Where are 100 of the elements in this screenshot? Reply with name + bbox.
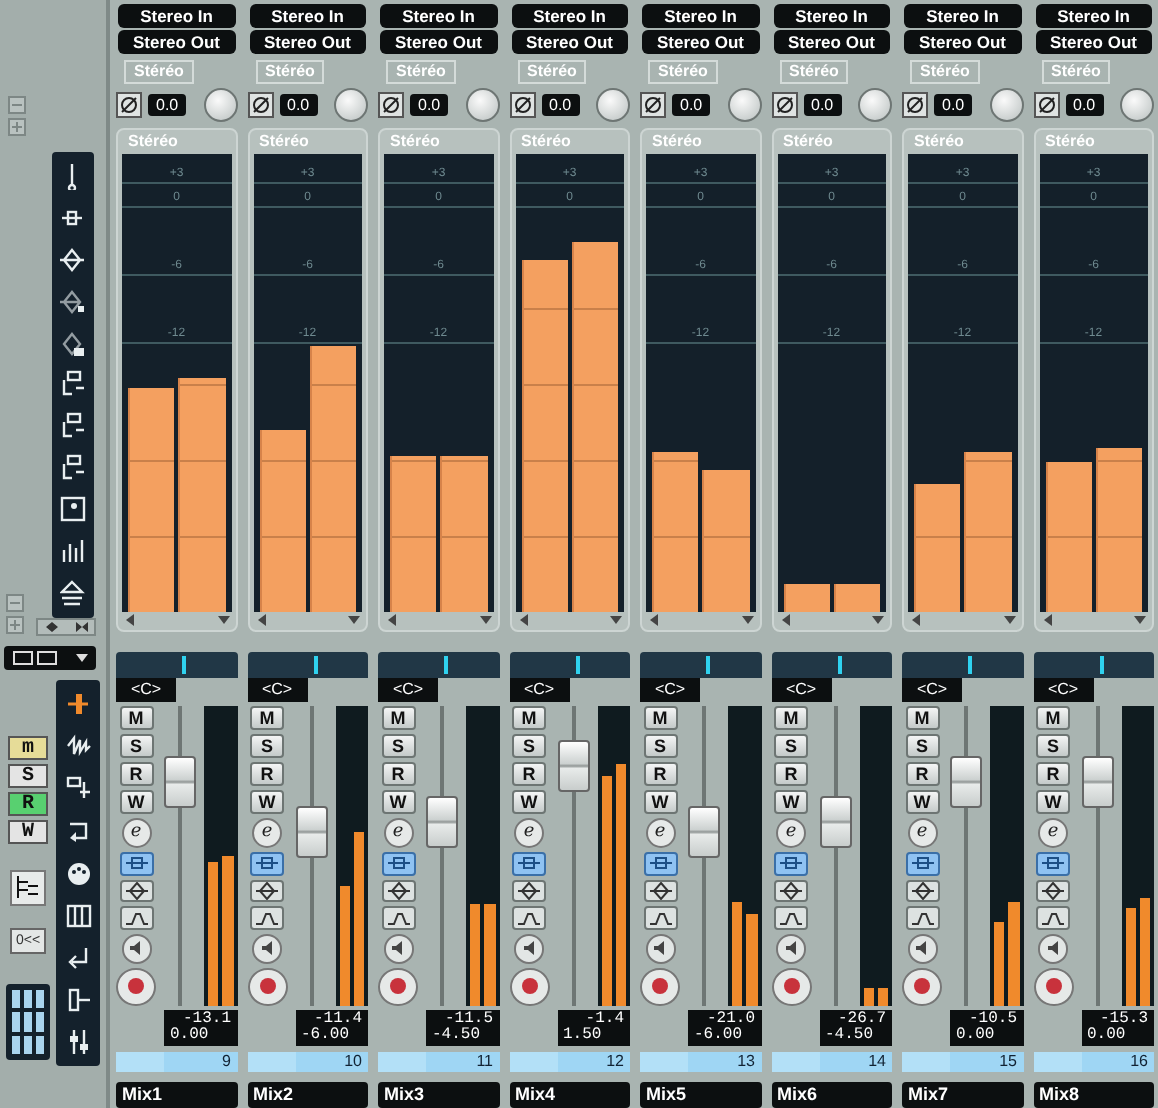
mode-button[interactable]: W: [8, 820, 48, 844]
mute-button[interactable]: M: [250, 706, 284, 730]
gain-field[interactable]: 0.0: [410, 93, 449, 116]
listen-button[interactable]: [645, 934, 675, 964]
mute-button[interactable]: M: [1036, 706, 1070, 730]
diamond-icon[interactable]: [60, 329, 86, 358]
solo-button[interactable]: S: [512, 734, 546, 758]
gain-knob[interactable]: [727, 87, 761, 122]
mode-button[interactable]: R: [8, 792, 48, 816]
pan-slider[interactable]: [116, 652, 237, 678]
down-arrow-icon[interactable]: [1132, 612, 1148, 628]
record-button[interactable]: [1033, 967, 1073, 1006]
listen-button[interactable]: [776, 934, 806, 964]
gain-knob[interactable]: [596, 87, 630, 122]
record-button[interactable]: [771, 967, 811, 1006]
record-button[interactable]: [247, 967, 287, 1006]
fader-handle[interactable]: [950, 755, 982, 808]
listen-button[interactable]: [383, 934, 413, 964]
eq-button[interactable]: [512, 906, 546, 931]
solo-button[interactable]: S: [119, 734, 153, 758]
square-icon[interactable]: [60, 496, 86, 525]
inserts-button[interactable]: [119, 879, 153, 903]
gain-knob[interactable]: [203, 87, 237, 122]
down-arrow-icon[interactable]: [870, 612, 886, 628]
record-button[interactable]: [902, 967, 942, 1006]
inserts-button[interactable]: [1036, 879, 1070, 903]
eq-button[interactable]: [250, 906, 284, 931]
down-arrow-icon[interactable]: [608, 612, 624, 628]
return-icon[interactable]: [65, 943, 91, 972]
eq-button[interactable]: [119, 906, 153, 931]
gain-field[interactable]: 0.0: [803, 93, 842, 116]
edit-button[interactable]: e: [645, 818, 675, 848]
phase-icon[interactable]: [247, 91, 273, 118]
gain-field[interactable]: 0.0: [1065, 93, 1104, 116]
channel-name[interactable]: Mix1: [116, 1082, 237, 1108]
edit-button[interactable]: e: [907, 818, 937, 848]
gain-field[interactable]: 0.0: [279, 93, 318, 116]
eq-button[interactable]: [774, 906, 808, 931]
eq-button[interactable]: [905, 906, 939, 931]
diamond-icon[interactable]: [60, 287, 86, 316]
grid-view-icon[interactable]: [6, 984, 50, 1060]
gain-knob[interactable]: [465, 87, 499, 122]
input-routing[interactable]: Stereo In: [904, 4, 1021, 28]
channel-name[interactable]: Mix7: [902, 1082, 1023, 1108]
input-routing[interactable]: Stereo In: [642, 4, 759, 28]
listen-button[interactable]: [907, 934, 937, 964]
input-routing[interactable]: Stereo In: [380, 4, 497, 28]
routing-icon[interactable]: [65, 774, 91, 803]
record-button[interactable]: [378, 967, 418, 1006]
solo-button[interactable]: S: [1036, 734, 1070, 758]
pan-slider[interactable]: [247, 652, 368, 678]
phase-icon[interactable]: [771, 91, 797, 118]
bars-icon[interactable]: [60, 538, 86, 567]
down-arrow-icon[interactable]: [215, 612, 231, 628]
read-button[interactable]: R: [1036, 762, 1070, 786]
gain-field[interactable]: 0.0: [148, 93, 187, 116]
stack-icon[interactable]: [60, 579, 86, 608]
phase-icon[interactable]: [509, 91, 535, 118]
read-button[interactable]: R: [774, 762, 808, 786]
mute-button[interactable]: M: [905, 706, 939, 730]
output-routing[interactable]: Stereo Out: [118, 30, 235, 54]
gain-knob[interactable]: [858, 87, 892, 122]
output-routing[interactable]: Stereo Out: [1035, 30, 1152, 54]
inserts-button[interactable]: [774, 879, 808, 903]
fader-handle[interactable]: [295, 805, 327, 858]
channel-name[interactable]: Mix5: [640, 1082, 761, 1108]
read-button[interactable]: R: [905, 762, 939, 786]
channel-name[interactable]: Mix4: [509, 1082, 630, 1108]
pan-slider[interactable]: [378, 652, 499, 678]
eq-button[interactable]: [643, 906, 677, 931]
fader-handle[interactable]: [1081, 755, 1113, 808]
fader-handle[interactable]: [426, 795, 458, 848]
eq-button[interactable]: [1036, 906, 1070, 931]
listen-button[interactable]: [1038, 934, 1068, 964]
channel-name[interactable]: Mix8: [1033, 1082, 1154, 1108]
edit-button[interactable]: e: [121, 818, 151, 848]
edit-button[interactable]: e: [514, 818, 544, 848]
fader-handle[interactable]: [688, 805, 720, 858]
write-button[interactable]: W: [512, 790, 546, 814]
mute-button[interactable]: M: [774, 706, 808, 730]
down-arrow-icon[interactable]: [739, 612, 755, 628]
channel-name[interactable]: Mix6: [771, 1082, 892, 1108]
monitor-button[interactable]: [381, 852, 415, 876]
pan-slider[interactable]: [902, 652, 1023, 678]
pan-slider[interactable]: [771, 652, 892, 678]
routing-icon[interactable]: [60, 412, 86, 441]
input-routing[interactable]: Stereo In: [511, 4, 628, 28]
write-button[interactable]: W: [643, 790, 677, 814]
inserts-button[interactable]: [512, 879, 546, 903]
faders-icon[interactable]: [65, 1028, 91, 1056]
phase-icon[interactable]: [116, 91, 142, 118]
inserts-button[interactable]: [905, 879, 939, 903]
inserts-button[interactable]: [643, 879, 677, 903]
pan-slider[interactable]: [509, 652, 630, 678]
gain-field[interactable]: 0.0: [934, 93, 973, 116]
routing-icon[interactable]: [60, 370, 86, 399]
phase-icon[interactable]: [902, 91, 928, 118]
phase-icon[interactable]: [1033, 91, 1059, 118]
edit-button[interactable]: e: [383, 818, 413, 848]
mute-button[interactable]: M: [381, 706, 415, 730]
